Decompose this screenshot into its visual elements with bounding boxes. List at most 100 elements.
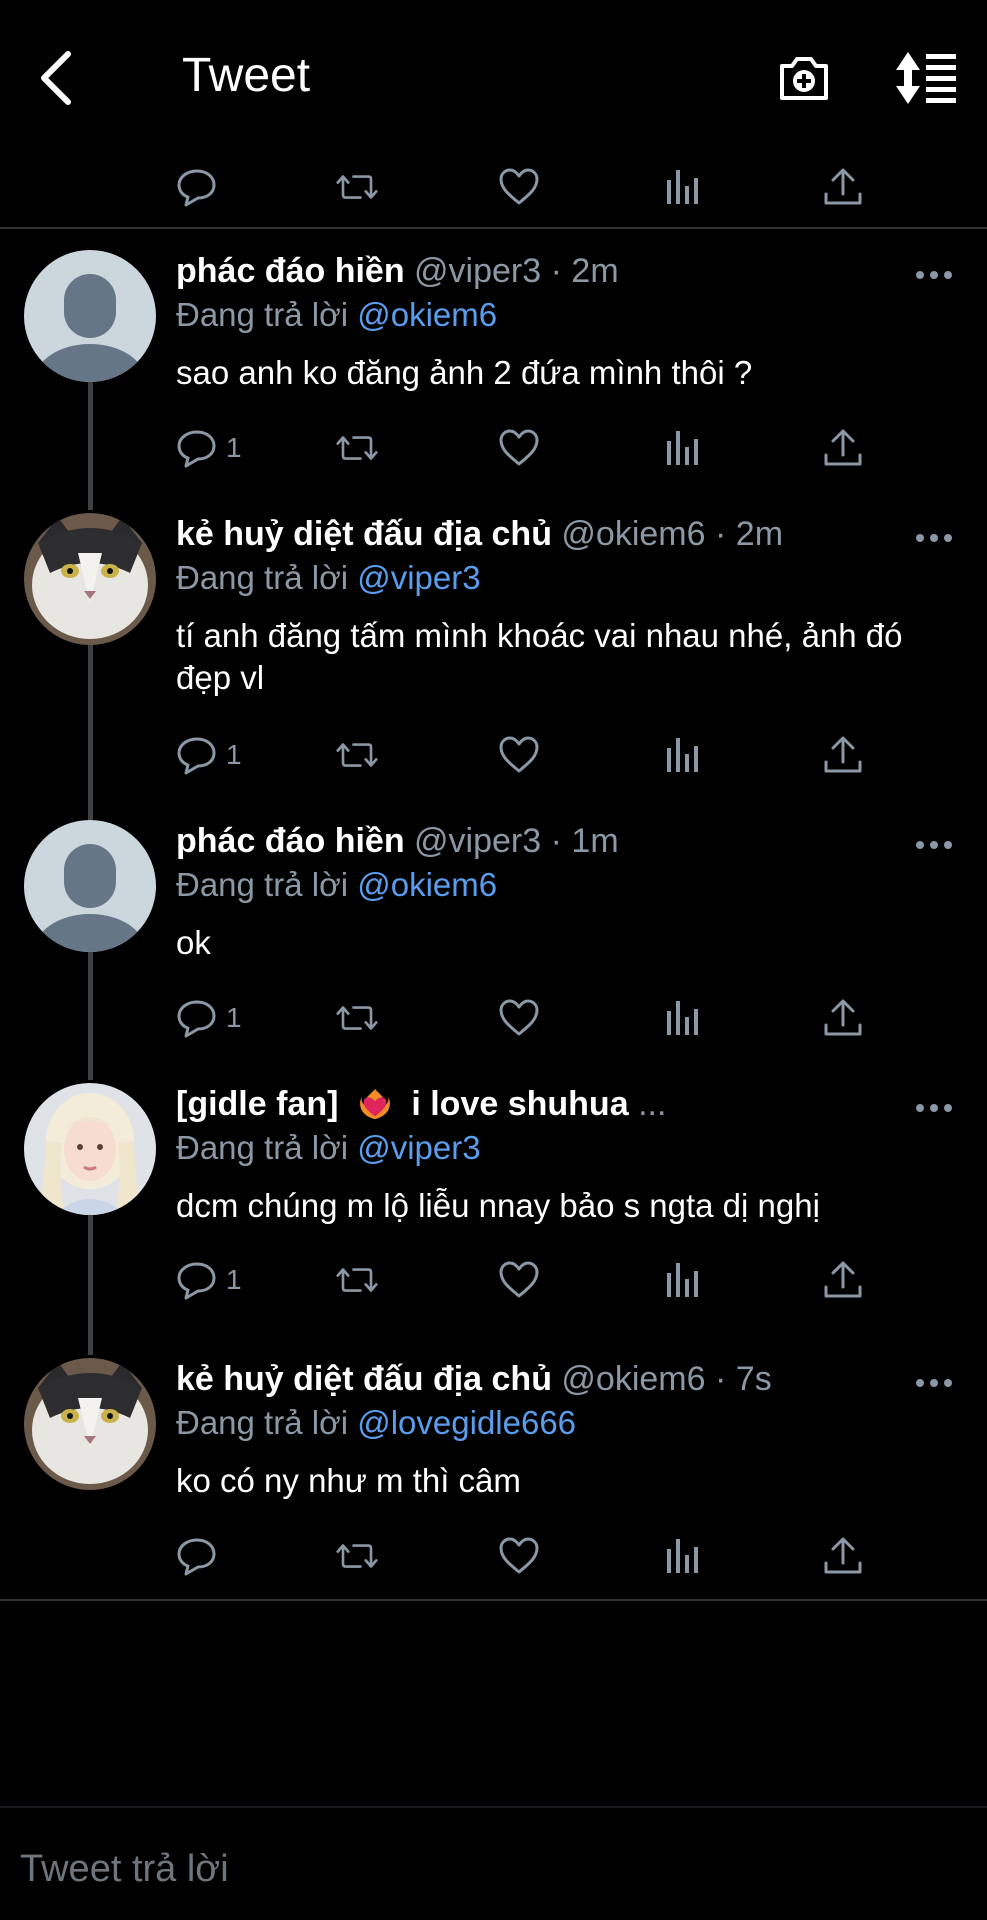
timestamp[interactable]: 1m (571, 822, 618, 860)
retweet-icon (336, 1006, 378, 1030)
share-icon (824, 999, 862, 1036)
mention-link[interactable]: @okiem6 (357, 866, 497, 903)
tweet-actions: 1 (176, 1255, 876, 1305)
more-icon[interactable] (916, 1379, 952, 1389)
tweet-text: ok (176, 924, 211, 961)
author-name-suffix[interactable]: i love shuhua (411, 1085, 628, 1123)
avatar[interactable] (24, 250, 156, 382)
retweet-icon (336, 743, 378, 767)
reply-input-placeholder[interactable]: Tweet trả lời (20, 1848, 229, 1891)
thread-line (88, 1215, 93, 1355)
more-icon[interactable] (916, 841, 952, 851)
replying-to-label: Đang trả lời (176, 866, 349, 903)
avatar[interactable] (24, 1358, 156, 1490)
author-name[interactable]: kẻ huỷ diệt đấu địa chủ (176, 515, 552, 553)
like-button[interactable] (498, 423, 540, 473)
author-line: phác đáo hiền @viper3 · 1m (176, 822, 619, 861)
share-button[interactable] (822, 423, 864, 473)
camera-plus-icon[interactable] (776, 50, 832, 106)
sort-icon[interactable] (894, 50, 958, 106)
heart-icon (499, 168, 539, 205)
reply-button[interactable]: 1 (176, 730, 242, 780)
like-button[interactable] (498, 993, 540, 1043)
share-button[interactable] (822, 730, 864, 780)
author-name[interactable]: [gidle fan] (176, 1085, 338, 1123)
share-button[interactable] (822, 993, 864, 1043)
author-handle[interactable]: @viper3 (414, 822, 541, 860)
author-handle[interactable]: @okiem6 (561, 515, 705, 553)
share-icon (824, 1261, 862, 1298)
more-icon[interactable] (916, 534, 952, 544)
share-button[interactable] (822, 1531, 864, 1581)
tweet-text: ko có ny như m thì câm (176, 1462, 521, 1499)
author-name[interactable]: phác đáo hiền (176, 252, 405, 290)
reply-icon (177, 169, 216, 207)
separator: · (715, 1360, 727, 1398)
chevron-left-icon[interactable] (34, 48, 78, 108)
like-button[interactable] (498, 730, 540, 780)
share-icon (824, 1537, 862, 1574)
retweet-button[interactable] (336, 162, 378, 212)
author-line: phác đáo hiền @viper3 · 2m (176, 252, 619, 291)
tweet-actions (176, 1531, 876, 1581)
divider (0, 227, 987, 229)
like-button[interactable] (498, 1255, 540, 1305)
separator: · (715, 515, 727, 553)
reply-button[interactable] (176, 162, 218, 212)
avatar[interactable] (24, 1083, 156, 1215)
timestamp[interactable]: 2m (736, 515, 783, 553)
retweet-button[interactable] (336, 730, 378, 780)
more-icon[interactable] (916, 271, 952, 281)
retweet-button[interactable] (336, 1531, 378, 1581)
views-button[interactable] (662, 1531, 704, 1581)
thread-line (88, 382, 93, 510)
replying-to-label: Đang trả lời (176, 1404, 349, 1441)
avatar[interactable] (24, 513, 156, 645)
reply-button[interactable]: 1 (176, 993, 242, 1043)
heart-icon (499, 1537, 539, 1574)
mention-link[interactable]: @viper3 (357, 1129, 480, 1166)
views-button[interactable] (662, 423, 704, 473)
retweet-button[interactable] (336, 1255, 378, 1305)
timestamp[interactable]: 7s (736, 1360, 772, 1398)
replying-to: Đang trả lời @okiem6 (176, 296, 497, 334)
replying-to-label: Đang trả lời (176, 1129, 349, 1166)
like-button[interactable] (498, 162, 540, 212)
reply-button[interactable] (176, 1531, 226, 1581)
mention-link[interactable]: @viper3 (357, 559, 480, 596)
reply-icon (177, 430, 216, 468)
retweet-button[interactable] (336, 993, 378, 1043)
share-icon (824, 168, 862, 205)
share-button[interactable] (822, 1255, 864, 1305)
views-button[interactable] (662, 1255, 704, 1305)
author-handle[interactable]: @okiem6 (561, 1360, 705, 1398)
views-button[interactable] (662, 730, 704, 780)
share-icon (824, 429, 862, 466)
reply-composer[interactable]: Tweet trả lời (0, 1806, 987, 1920)
mention-link[interactable]: @okiem6 (357, 296, 497, 333)
retweet-button[interactable] (336, 423, 378, 473)
author-name[interactable]: kẻ huỷ diệt đấu địa chủ (176, 1360, 552, 1398)
composer-divider (0, 1806, 987, 1808)
author-handle[interactable]: @viper3 (414, 252, 541, 290)
views-button[interactable] (662, 162, 704, 212)
tweet-actions: 1 (176, 730, 876, 780)
reply-count: 1 (226, 739, 242, 770)
views-button[interactable] (662, 993, 704, 1043)
separator: · (550, 252, 562, 290)
analytics-icon (667, 1001, 698, 1035)
reply-button[interactable]: 1 (176, 1255, 242, 1305)
share-button[interactable] (822, 162, 864, 212)
mention-link[interactable]: @lovegidle666 (357, 1404, 576, 1441)
timestamp[interactable]: 2m (571, 252, 618, 290)
more-icon[interactable] (916, 1104, 952, 1114)
replying-to: Đang trả lời @viper3 (176, 1129, 481, 1167)
analytics-icon (667, 1263, 698, 1297)
heart-icon (499, 999, 539, 1036)
reply-button[interactable]: 1 (176, 423, 242, 473)
like-button[interactable] (498, 1531, 540, 1581)
retweet-icon (336, 436, 378, 460)
avatar[interactable] (24, 820, 156, 952)
author-name[interactable]: phác đáo hiền (176, 822, 405, 860)
reply-icon (177, 1538, 216, 1576)
